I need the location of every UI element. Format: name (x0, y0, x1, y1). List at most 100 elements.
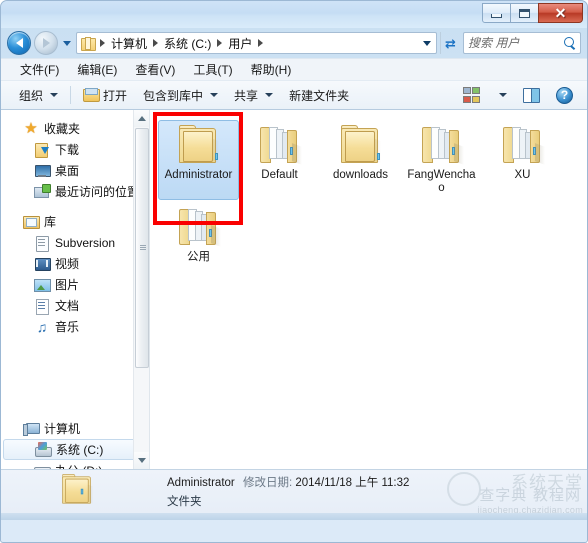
nav-group-gap (1, 346, 149, 355)
details-folder-icon (59, 474, 95, 507)
command-bar: 组织 打开 包含到库中 共享 新建文件夹 ? (1, 80, 587, 110)
file-item-xu[interactable]: XU (482, 120, 563, 200)
sidebar-item-system-c[interactable]: 系统 (C:) (3, 439, 143, 460)
breadcrumb-item-system-c[interactable]: 系统 (C:) (161, 34, 214, 53)
document-icon (34, 298, 50, 315)
breadcrumb-dropdown-button[interactable] (419, 40, 434, 46)
new-folder-button[interactable]: 新建文件夹 (281, 84, 357, 107)
views-icon (463, 87, 480, 103)
sidebar-item-videos[interactable]: 视频 (1, 253, 149, 274)
scroll-up-button[interactable] (134, 110, 149, 127)
preview-pane-button[interactable] (515, 85, 548, 106)
change-view-button[interactable] (455, 84, 488, 106)
share-button[interactable]: 共享 (226, 84, 281, 107)
search-box[interactable] (463, 32, 581, 54)
forward-button[interactable] (34, 31, 58, 55)
sidebar-group-favorites-label: 收藏夹 (44, 122, 81, 136)
details-pane: Administrator 修改日期: 2014/11/18 上午 11:32 … (1, 469, 587, 513)
sidebar-item-music[interactable]: ♫ 音乐 (1, 316, 149, 337)
explorer-content: ★ 收藏夹 下载 桌面 最近访问的位置 库 Subversion 视频 图片 文… (1, 110, 587, 469)
nav-group-gap (1, 373, 149, 382)
open-folder-icon (83, 88, 101, 102)
help-button[interactable]: ? (548, 84, 581, 107)
nav-group-gap (1, 364, 149, 373)
breadcrumb-bar[interactable]: 计算机 系统 (C:) 用户 (76, 32, 437, 54)
sidebar-group-computer-label: 计算机 (44, 422, 81, 436)
video-icon (34, 256, 51, 272)
file-item-default[interactable]: Default (239, 120, 320, 200)
folder-papers-icon (256, 125, 304, 167)
sidebar-group-favorites[interactable]: ★ 收藏夹 (1, 118, 149, 139)
nav-group-gap (1, 337, 149, 346)
navigation-scrollbar[interactable] (133, 110, 149, 469)
details-name-line: Administrator 修改日期: 2014/11/18 上午 11:32 (167, 474, 409, 490)
include-in-library-label: 包含到库中 (143, 88, 204, 103)
sidebar-item-downloads[interactable]: 下载 (1, 139, 149, 160)
file-item-downloads[interactable]: downloads (320, 120, 401, 200)
nav-group-gap (1, 382, 149, 391)
sidebar-item-downloads-label: 下载 (55, 143, 80, 157)
maximize-button[interactable] (510, 3, 539, 23)
breadcrumb-item-users[interactable]: 用户 (225, 34, 255, 53)
menu-tools[interactable]: 工具(T) (184, 59, 241, 80)
scroll-down-button[interactable] (134, 452, 149, 469)
chevron-down-icon (63, 40, 71, 46)
sidebar-item-documents[interactable]: 文档 (1, 295, 149, 316)
close-button[interactable]: ✕ (538, 3, 583, 23)
back-button[interactable] (7, 31, 31, 55)
menu-view[interactable]: 查看(V) (126, 59, 184, 80)
sidebar-item-pictures[interactable]: 图片 (1, 274, 149, 295)
document-icon (34, 235, 50, 252)
chevron-down-icon (265, 93, 274, 97)
file-item-label: XU (514, 169, 531, 181)
refresh-button[interactable]: ⇄ (440, 32, 460, 54)
toolbar-separator (70, 86, 72, 104)
explorer-window: ✕ 计算机 系统 (C:) 用户 ⇄ 搜索 用户 文件(F) 编辑(E) 查看(… (0, 0, 588, 543)
sidebar-item-desktop[interactable]: 桌面 (1, 160, 149, 181)
menu-bar: 文件(F) 编辑(E) 查看(V) 工具(T) 帮助(H) (1, 58, 587, 80)
file-item-label: downloads (333, 169, 388, 181)
menu-help[interactable]: 帮助(H) (242, 59, 301, 80)
minimize-button[interactable] (482, 3, 511, 23)
search-input[interactable] (468, 36, 563, 50)
file-item-label: 公用 (187, 251, 210, 263)
scrollbar-thumb[interactable] (135, 128, 149, 368)
folder-papers-icon (499, 125, 547, 167)
folder-open-icon (175, 125, 223, 167)
file-item-label: FangWenchao (407, 169, 476, 194)
downloads-icon (34, 142, 50, 158)
file-item-public[interactable]: 公用 (158, 202, 239, 269)
chevron-down-icon (210, 93, 219, 97)
file-item-label: Default (261, 169, 298, 181)
picture-icon (34, 277, 51, 293)
sidebar-group-libraries[interactable]: 库 (1, 211, 149, 232)
change-view-dropdown[interactable] (488, 90, 515, 100)
open-button[interactable]: 打开 (75, 84, 135, 107)
breadcrumb-separator-icon (217, 39, 223, 47)
breadcrumb-separator-icon (100, 39, 105, 47)
chevron-up-icon (138, 116, 146, 121)
sidebar-item-office-d[interactable]: 办公 (D:) (1, 460, 149, 469)
library-icon (23, 214, 40, 230)
sidebar-item-recent-places[interactable]: 最近访问的位置 (1, 181, 149, 202)
menu-file[interactable]: 文件(F) (11, 59, 68, 80)
breadcrumb-item-computer[interactable]: 计算机 (108, 34, 150, 53)
file-grid: Administrator Default downloads FangWenc… (150, 110, 587, 271)
file-item-fangwenchao[interactable]: FangWenchao (401, 120, 482, 200)
recent-pages-button[interactable] (61, 33, 73, 53)
file-list-pane[interactable]: Administrator Default downloads FangWenc… (150, 110, 587, 469)
desktop-icon (34, 163, 51, 179)
sidebar-group-computer[interactable]: 计算机 (1, 418, 149, 439)
menu-edit[interactable]: 编辑(E) (68, 59, 126, 80)
sidebar-item-subversion[interactable]: Subversion (1, 232, 149, 253)
sidebar-item-videos-label: 视频 (55, 257, 80, 271)
file-item-administrator[interactable]: Administrator (158, 120, 239, 200)
back-arrow-icon (15, 38, 23, 48)
system-drive-icon (35, 441, 52, 458)
organize-button[interactable]: 组织 (11, 84, 66, 107)
include-in-library-button[interactable]: 包含到库中 (135, 84, 226, 107)
watermark: 系统天堂 查字典 教程网 jiaocheng.chazidian.com (445, 470, 587, 513)
chevron-down-icon (499, 93, 507, 97)
navigation-tree: ★ 收藏夹 下载 桌面 最近访问的位置 库 Subversion 视频 图片 文… (1, 110, 149, 469)
chevron-down-icon (422, 40, 431, 46)
